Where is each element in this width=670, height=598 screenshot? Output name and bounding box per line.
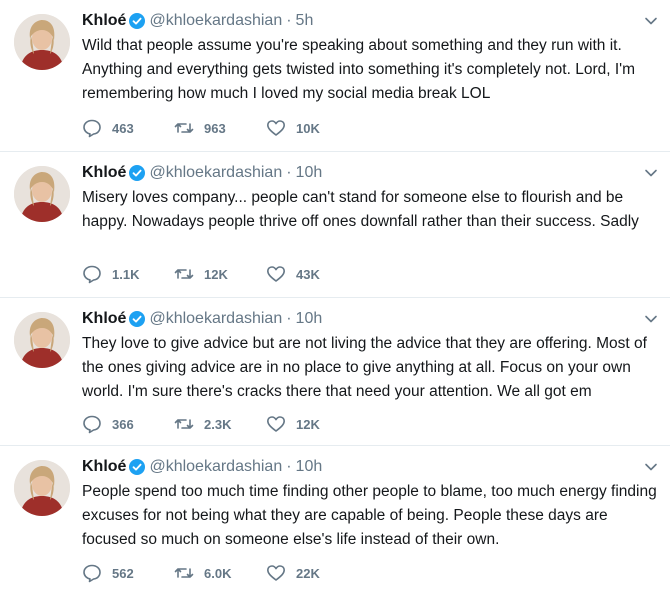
verified-badge-icon bbox=[129, 311, 146, 327]
retweet-button[interactable]: 963 bbox=[174, 118, 266, 138]
reply-count: 366 bbox=[112, 416, 134, 432]
like-button[interactable]: 12K bbox=[266, 414, 358, 434]
retweet-icon bbox=[174, 269, 194, 279]
reply-icon bbox=[83, 119, 101, 138]
tweet-text: They love to give advice but are not liv… bbox=[82, 335, 647, 400]
retweet-count: 2.3K bbox=[204, 416, 232, 432]
avatar[interactable] bbox=[14, 460, 70, 516]
verified-badge-icon bbox=[129, 459, 146, 475]
reply-icon bbox=[83, 265, 101, 284]
like-count: 43K bbox=[296, 266, 320, 282]
reply-count: 562 bbox=[112, 565, 134, 581]
like-count: 22K bbox=[296, 565, 320, 581]
verified-badge-icon bbox=[129, 13, 146, 29]
reply-button[interactable]: 463 bbox=[82, 118, 174, 138]
avatar[interactable] bbox=[14, 166, 70, 222]
display-name[interactable]: Khloé bbox=[82, 457, 126, 477]
retweet-count: 6.0K bbox=[204, 565, 232, 581]
display-name[interactable]: Khloé bbox=[82, 11, 126, 31]
tweet-text: Wild that people assume you're speaking … bbox=[82, 37, 636, 102]
chevron-down-icon[interactable] bbox=[644, 14, 658, 28]
tweet-feed: Khloé @khloekardashian · 5h Wild that pe… bbox=[0, 0, 670, 598]
user-handle[interactable]: @khloekardashian bbox=[149, 11, 282, 31]
like-button[interactable]: 10K bbox=[266, 118, 358, 138]
reply-icon bbox=[83, 415, 101, 434]
user-handle[interactable]: @khloekardashian bbox=[149, 163, 282, 183]
tweet[interactable]: Khloé @khloekardashian · 5h Wild that pe… bbox=[0, 0, 670, 152]
separator-dot: · bbox=[286, 310, 292, 327]
tweet-text: People spend too much time finding other… bbox=[82, 483, 657, 548]
avatar-image bbox=[14, 312, 70, 368]
like-count: 12K bbox=[296, 416, 320, 432]
reply-count: 463 bbox=[112, 120, 134, 136]
avatar-image bbox=[14, 14, 70, 70]
display-name[interactable]: Khloé bbox=[82, 309, 126, 329]
tweet[interactable]: Khloé @khloekardashian · 10h Misery love… bbox=[0, 152, 670, 298]
separator-dot: · bbox=[286, 12, 292, 29]
separator-dot: · bbox=[286, 164, 292, 181]
timestamp[interactable]: 10h bbox=[296, 163, 323, 183]
like-button[interactable]: 22K bbox=[266, 563, 358, 583]
tweet-actions: 1.1K 12K 43K bbox=[82, 264, 358, 284]
reply-button[interactable]: 366 bbox=[82, 414, 174, 434]
heart-icon bbox=[267, 120, 285, 136]
chevron-down-icon[interactable] bbox=[644, 460, 658, 474]
reply-count: 1.1K bbox=[112, 266, 140, 282]
tweet-actions: 562 6.0K 22K bbox=[82, 563, 358, 583]
tweet[interactable]: Khloé @khloekardashian · 10h People spen… bbox=[0, 446, 670, 598]
retweet-button[interactable]: 2.3K bbox=[174, 414, 266, 434]
chevron-down-icon[interactable] bbox=[644, 312, 658, 326]
timestamp[interactable]: 10h bbox=[296, 457, 323, 477]
like-count: 10K bbox=[296, 120, 320, 136]
display-name[interactable]: Khloé bbox=[82, 163, 126, 183]
reply-icon bbox=[83, 564, 101, 583]
avatar-image bbox=[14, 460, 70, 516]
retweet-icon bbox=[174, 123, 194, 133]
timestamp[interactable]: 10h bbox=[296, 309, 323, 329]
verified-badge-icon bbox=[129, 165, 146, 181]
heart-icon bbox=[267, 565, 285, 581]
retweet-button[interactable]: 6.0K bbox=[174, 563, 266, 583]
separator-dot: · bbox=[286, 458, 292, 475]
avatar-image bbox=[14, 166, 70, 222]
reply-button[interactable]: 562 bbox=[82, 563, 174, 583]
tweet-header: Khloé @khloekardashian · 10h bbox=[82, 457, 322, 477]
tweet-actions: 463 963 10K bbox=[82, 118, 358, 138]
tweet-header: Khloé @khloekardashian · 10h bbox=[82, 309, 322, 329]
avatar[interactable] bbox=[14, 14, 70, 70]
retweet-icon bbox=[174, 419, 194, 429]
tweet[interactable]: Khloé @khloekardashian · 10h They love t… bbox=[0, 298, 670, 446]
tweet-text: Misery loves company... people can't sta… bbox=[82, 189, 639, 230]
reply-button[interactable]: 1.1K bbox=[82, 264, 174, 284]
heart-icon bbox=[267, 416, 285, 432]
retweet-button[interactable]: 12K bbox=[174, 264, 266, 284]
user-handle[interactable]: @khloekardashian bbox=[149, 457, 282, 477]
tweet-actions: 366 2.3K 12K bbox=[82, 414, 358, 434]
like-button[interactable]: 43K bbox=[266, 264, 358, 284]
retweet-count: 12K bbox=[204, 266, 228, 282]
retweet-icon bbox=[174, 568, 194, 578]
timestamp[interactable]: 5h bbox=[296, 11, 314, 31]
user-handle[interactable]: @khloekardashian bbox=[149, 309, 282, 329]
avatar[interactable] bbox=[14, 312, 70, 368]
tweet-header: Khloé @khloekardashian · 10h bbox=[82, 163, 322, 183]
heart-icon bbox=[267, 266, 285, 282]
chevron-down-icon[interactable] bbox=[644, 166, 658, 180]
retweet-count: 963 bbox=[204, 120, 226, 136]
tweet-header: Khloé @khloekardashian · 5h bbox=[82, 11, 313, 31]
